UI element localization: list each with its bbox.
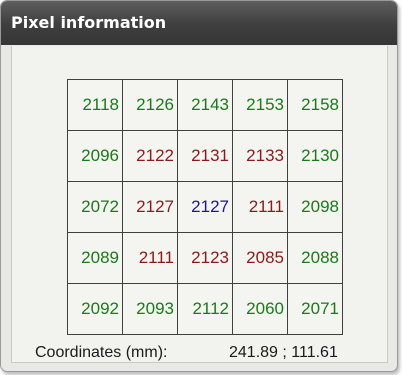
pixel-value-cell: 2118: [67, 79, 123, 131]
panel-title-bar[interactable]: Pixel information: [1, 1, 397, 45]
coordinates-label: Coordinates (mm):: [35, 344, 168, 361]
grid-row: 2092 2093 2112 2060 2071: [67, 283, 343, 335]
grid-row: 2089 2111 2123 2085 2088: [67, 232, 343, 284]
pixel-value-cell: 2127: [122, 181, 178, 233]
pixel-value-cell: 2085: [232, 232, 288, 284]
pixel-value-cell: 2123: [177, 232, 233, 284]
pixel-value-cell: 2131: [177, 130, 233, 182]
pixel-value-cell: 2096: [67, 130, 123, 182]
panel-content: 2118 2126 2143 2153 2158 2096 2122 2131 2133 2130…: [11, 46, 388, 363]
pixel-value-cell: 2122: [122, 130, 178, 182]
pixel-value-cell: 2071: [287, 283, 343, 335]
pixel-value-cell: 2088: [287, 232, 343, 284]
pixel-value-cell: 2092: [67, 283, 123, 335]
pixel-value-cell: 2072: [67, 181, 123, 233]
pixel-value-cell: 2111: [122, 232, 178, 284]
pixel-value-cell: 2153: [232, 79, 288, 131]
pixel-value-cell: 2133: [232, 130, 288, 182]
pixel-value-cell: 2130: [287, 130, 343, 182]
pixel-value-cell: 2143: [177, 79, 233, 131]
grid-row: 2118 2126 2143 2153 2158: [67, 79, 343, 131]
grid-row: 2096 2122 2131 2133 2130: [67, 130, 343, 182]
pixel-value-cell: 2111: [232, 181, 288, 233]
pixel-information-panel: Pixel information 2118 2126 2143 2153 2158 20…: [0, 0, 398, 372]
grid-row: 2072 2127 2127 2111 2098: [67, 181, 343, 233]
pixel-value-cell: 2098: [287, 181, 343, 233]
pixel-value-cell: 2126: [122, 79, 178, 131]
pixel-value-cell: 2093: [122, 283, 178, 335]
pixel-value-cell: 2060: [232, 283, 288, 335]
panel-title: Pixel information: [11, 13, 167, 32]
pixel-value-cell: 2127: [177, 181, 233, 233]
pixel-value-grid: 2118 2126 2143 2153 2158 2096 2122 2131 2133 2130…: [67, 79, 343, 335]
pixel-value-cell: 2089: [67, 232, 123, 284]
coordinates-value: 241.89 ; 111.61: [229, 344, 338, 361]
pixel-value-cell: 2112: [177, 283, 233, 335]
pixel-value-cell: 2158: [287, 79, 343, 131]
